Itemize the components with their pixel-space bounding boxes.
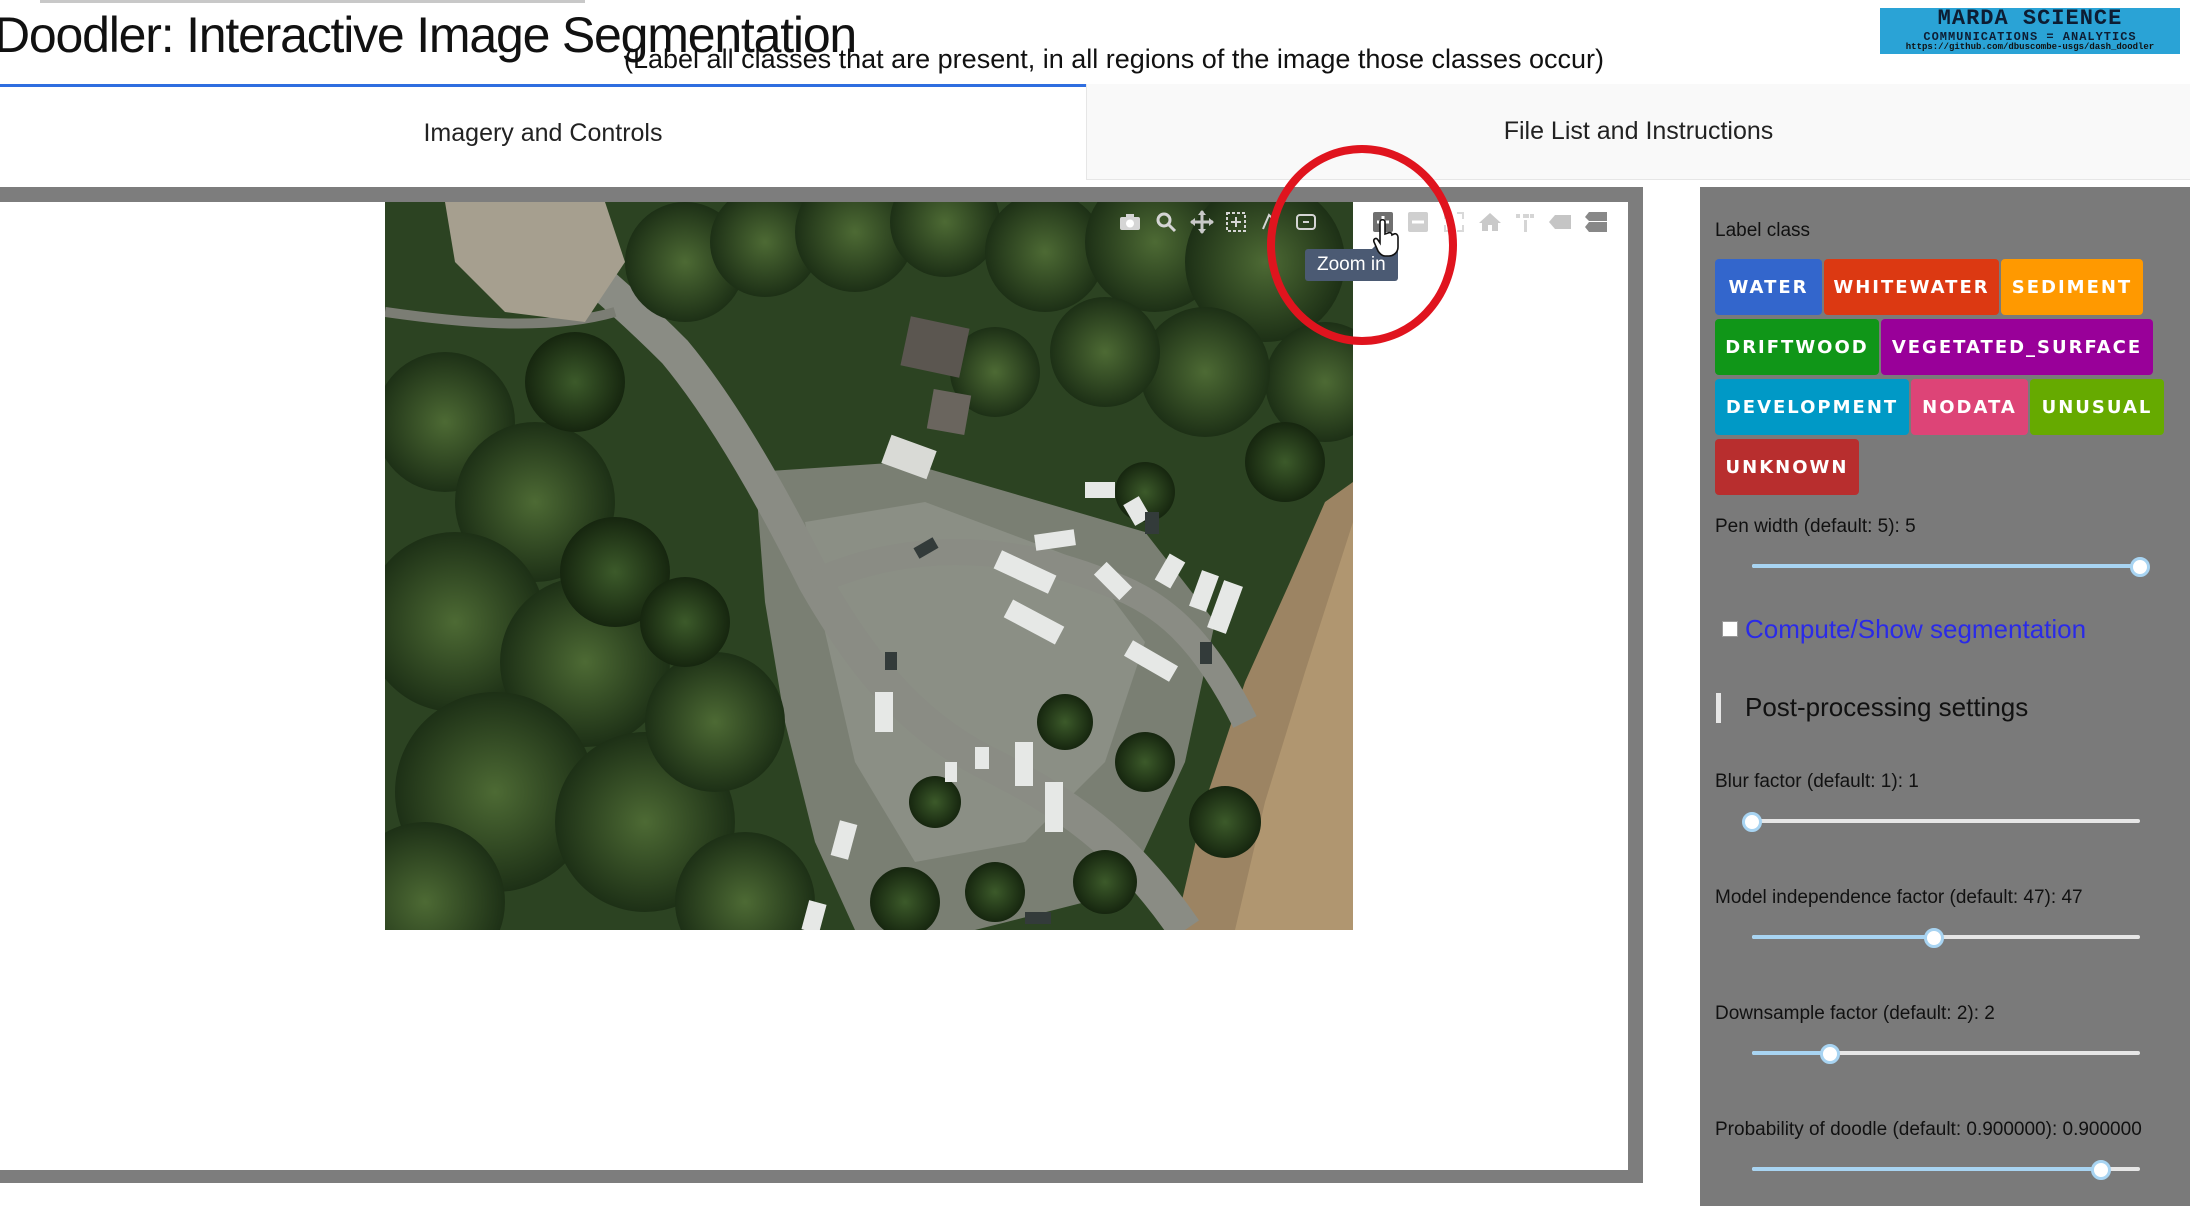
class-button-driftwood[interactable]: DRIFTWOOD [1715, 319, 1879, 375]
logo-url: https://github.com/dbuscombe-usgs/dash_d… [1905, 42, 2155, 52]
tab-bar: Imagery and Controls File List and Instr… [0, 84, 2190, 180]
page-subtitle: (Label all classes that are present, in … [624, 44, 1605, 74]
post-processing-heading: Post-processing settings [1745, 692, 2029, 722]
probability-doodle-slider[interactable] [1752, 1157, 2140, 1181]
reset-axes-icon[interactable] [1475, 205, 1505, 239]
class-button-water[interactable]: WATER [1715, 259, 1822, 315]
class-button-whitewater[interactable]: WHITEWATER [1824, 259, 1999, 315]
spike-lines-icon[interactable] [1510, 205, 1540, 239]
model-independence-label: Model independence factor (default: 47):… [1715, 887, 2083, 908]
segmentation-checkbox[interactable] [1722, 621, 1738, 637]
box-select-icon[interactable] [1221, 205, 1251, 239]
class-button-nodata[interactable]: NODATA [1911, 379, 2028, 435]
pen-width-label: Pen width (default: 5): 5 [1715, 516, 1916, 537]
blur-factor-slider[interactable] [1742, 809, 2140, 833]
blur-factor-label: Blur factor (default: 1): 1 [1715, 771, 1919, 792]
class-button-vegetated-surface[interactable]: VEGETATED_SURFACE [1881, 319, 2153, 375]
class-button-development[interactable]: DEVELOPMENT [1715, 379, 1909, 435]
tab-imagery-and-controls[interactable]: Imagery and Controls [0, 84, 1086, 180]
class-button-unknown[interactable]: UNKNOWN [1715, 439, 1859, 495]
hand-cursor-icon [1372, 218, 1402, 258]
tab-file-list-and-instructions[interactable]: File List and Instructions [1086, 84, 2190, 180]
segmentation-checkbox-label[interactable]: Compute/Show segmentation [1745, 614, 2086, 645]
slider-handle[interactable] [1924, 928, 1945, 948]
downsample-factor-label: Downsample factor (default: 2): 2 [1715, 1003, 1995, 1024]
slider-handle[interactable] [1819, 1044, 1840, 1064]
lasso-select-icon[interactable] [1255, 205, 1285, 239]
model-independence-slider[interactable] [1752, 925, 2140, 949]
downsample-factor-slider[interactable] [1752, 1041, 2140, 1065]
graph-modebar [1115, 205, 1625, 239]
slider-handle[interactable] [2130, 557, 2150, 577]
aerial-image[interactable] [385, 202, 1353, 930]
pen-width-slider[interactable] [1752, 554, 2150, 578]
section-marker [1716, 693, 1721, 723]
class-button-sediment[interactable]: SEDIMENT [2001, 259, 2143, 315]
slider-handle[interactable] [2091, 1160, 2112, 1180]
hover-compare-icon[interactable] [1581, 205, 1611, 239]
draw-open-path-icon[interactable] [1291, 205, 1321, 239]
pan-icon[interactable] [1187, 205, 1217, 239]
header-divider [40, 0, 585, 3]
slider-handle[interactable] [1742, 812, 1762, 832]
logo-line1: MARDA SCIENCE [1937, 8, 2123, 31]
zoom-icon[interactable] [1151, 205, 1181, 239]
label-class-heading: Label class [1715, 220, 1811, 241]
probability-doodle-label: Probability of doodle (default: 0.900000… [1715, 1119, 2142, 1140]
autoscale-icon[interactable] [1439, 205, 1469, 239]
class-button-unusual[interactable]: UNUSUAL [2030, 379, 2164, 435]
camera-icon[interactable] [1115, 205, 1145, 239]
zoom-out-icon[interactable] [1403, 205, 1433, 239]
hover-closest-icon[interactable] [1545, 205, 1575, 239]
